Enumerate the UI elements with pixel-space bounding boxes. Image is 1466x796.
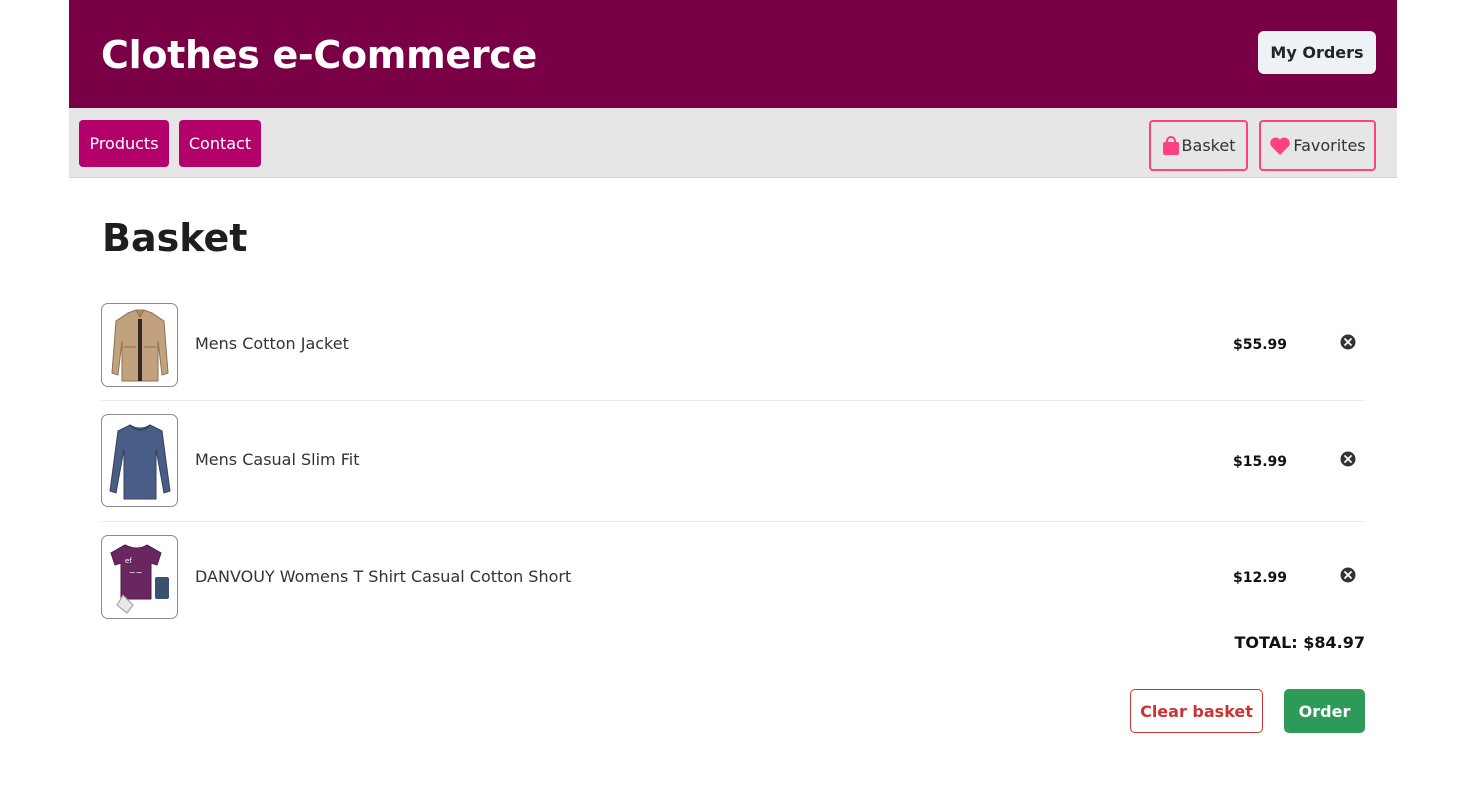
basket-item: Mens Cotton Jacket $55.99 <box>101 300 1365 401</box>
favorites-button-label: Favorites <box>1293 136 1366 155</box>
jacket-image <box>101 303 178 387</box>
item-name: DANVOUY Womens T Shirt Casual Cotton Sho… <box>195 567 572 586</box>
item-price: $12.99 <box>1232 570 1287 586</box>
svg-text:~~: ~~ <box>129 568 142 577</box>
order-button[interactable]: Order <box>1284 689 1365 733</box>
item-price: $15.99 <box>1232 454 1287 470</box>
remove-item-button[interactable] <box>1340 567 1356 583</box>
clear-basket-button[interactable]: Clear basket <box>1130 689 1263 733</box>
heart-icon <box>1270 136 1291 155</box>
close-icon <box>1340 451 1356 467</box>
navbar: Products Contact Basket Favorites <box>69 108 1397 178</box>
item-name: Mens Casual Slim Fit <box>195 450 360 469</box>
basket-button[interactable]: Basket <box>1149 120 1248 171</box>
long-sleeve-shirt-image <box>101 414 178 507</box>
item-name: Mens Cotton Jacket <box>195 334 349 353</box>
close-icon <box>1340 567 1356 583</box>
basket-button-label: Basket <box>1181 136 1236 155</box>
shopping-bag-icon <box>1162 135 1179 155</box>
basket-total: TOTAL: $84.97 <box>1234 633 1365 652</box>
svg-text:ef: ef <box>125 557 132 565</box>
site-title: Clothes e-Commerce <box>101 33 537 77</box>
basket-item: Mens Casual Slim Fit $15.99 <box>101 401 1365 522</box>
page-title: Basket <box>102 216 248 260</box>
remove-item-button[interactable] <box>1340 451 1356 467</box>
remove-item-button[interactable] <box>1340 334 1356 350</box>
page-container: Clothes e-Commerce My Orders Products Co… <box>69 0 1397 178</box>
t-shirt-image: ef ~~ <box>101 535 178 619</box>
favorites-button[interactable]: Favorites <box>1259 120 1376 171</box>
basket-item: ef ~~ DANVOUY Womens T Shirt Casual Cott… <box>101 522 1365 632</box>
basket-list: Mens Cotton Jacket $55.99 Mens Casual Sl… <box>101 300 1365 632</box>
nav-contact-button[interactable]: Contact <box>179 120 261 167</box>
site-header: Clothes e-Commerce My Orders <box>69 0 1397 108</box>
my-orders-button[interactable]: My Orders <box>1258 31 1376 74</box>
close-icon <box>1340 334 1356 350</box>
item-price: $55.99 <box>1232 337 1287 353</box>
nav-products-button[interactable]: Products <box>79 120 169 167</box>
